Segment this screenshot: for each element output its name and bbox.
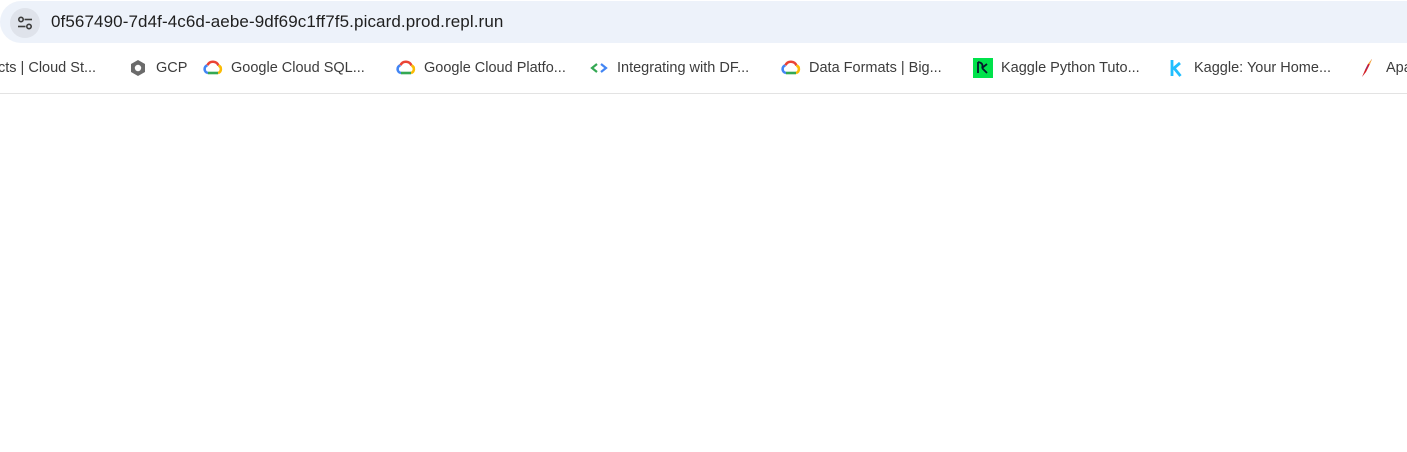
bookmark-label: Kaggle: Your Home... (1194, 60, 1332, 76)
site-info-button[interactable] (10, 8, 40, 38)
bookmark-label: Data Formats | Big... (809, 60, 942, 76)
google-cloud-icon (396, 58, 416, 78)
bookmark-integrating-with-df[interactable]: Integrating with DF... (589, 44, 749, 92)
google-cloud-icon (781, 58, 801, 78)
code-brackets-icon (589, 58, 609, 78)
url-text[interactable]: 0f567490-7d4f-4c6d-aebe-9df69c1ff7f5.pic… (51, 12, 503, 32)
bookmark-label: Integrating with DF... (617, 60, 750, 76)
bookmark-kaggle-home[interactable]: Kaggle: Your Home... (1166, 44, 1331, 92)
bookmark-kaggle-python-tutorial[interactable]: Kaggle Python Tuto... (973, 44, 1140, 92)
kaggle-k-icon (1166, 58, 1186, 78)
bookmark-google-cloud-platform[interactable]: Google Cloud Platfo... (396, 44, 566, 92)
apache-feather-icon (1358, 58, 1378, 78)
bookmark-label: Google Cloud Platfo... (424, 60, 566, 76)
bookmark-data-formats[interactable]: Data Formats | Big... (781, 44, 942, 92)
bookmark-label: Google Cloud SQL... (231, 60, 365, 76)
tune-icon (17, 16, 33, 30)
bookmark-google-cloud-sql[interactable]: Google Cloud SQL... (203, 44, 365, 92)
bookmark-label: Apa (1386, 60, 1407, 76)
bookmark-label: Kaggle Python Tuto... (1001, 60, 1140, 76)
hexagon-icon (128, 58, 148, 78)
bookmarks-bar: cts | Cloud St... GCP Google Cloud SQL..… (0, 44, 1407, 94)
bookmark-apache[interactable]: Apa (1358, 44, 1407, 92)
bookmark-label: cts | Cloud St... (0, 60, 97, 76)
toolbar: 0f567490-7d4f-4c6d-aebe-9df69c1ff7f5.pic… (0, 0, 1407, 44)
address-bar[interactable]: 0f567490-7d4f-4c6d-aebe-9df69c1ff7f5.pic… (0, 1, 1407, 43)
bookmark-gcp[interactable]: GCP (128, 44, 187, 92)
page-content (0, 94, 1407, 452)
bookmark-label: GCP (156, 60, 188, 76)
google-cloud-icon (203, 58, 223, 78)
bookmark-cloud-storage[interactable]: cts | Cloud St... (0, 44, 96, 92)
dc-green-icon (973, 58, 993, 78)
